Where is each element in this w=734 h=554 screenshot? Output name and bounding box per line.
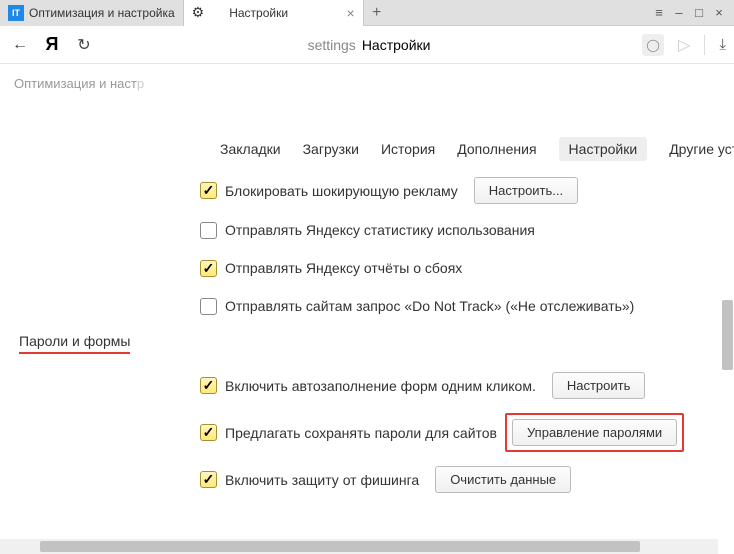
address-host: settings xyxy=(308,37,356,53)
close-window-button[interactable]: × xyxy=(710,4,728,22)
maximize-button[interactable]: □ xyxy=(690,4,708,22)
yandex-home-icon[interactable]: Я xyxy=(40,33,64,57)
tab-settings[interactable]: Настройки xyxy=(559,137,648,161)
bg-tab-title: Оптимизация и настройка xyxy=(29,6,175,20)
manage-passwords-button[interactable]: Управление паролями xyxy=(512,419,677,446)
titlebar: IT Оптимизация и настройка ⚙ Настройки ×… xyxy=(0,0,734,26)
protect-icon[interactable]: ◯ xyxy=(642,34,664,56)
new-tab-button[interactable]: + xyxy=(364,4,390,22)
breadcrumb-cut: р xyxy=(137,76,144,91)
row-phishing: Включить защиту от фишинга Очистить данн… xyxy=(200,466,734,493)
favicon-it: IT xyxy=(8,5,24,21)
label-block-ads: Блокировать шокирующую рекламу xyxy=(225,183,458,199)
forms-rows: Включить автозаполнение форм одним клико… xyxy=(30,372,734,493)
active-tab[interactable]: ⚙ Настройки × xyxy=(184,0,364,26)
checkbox-crash-reports[interactable] xyxy=(200,260,217,277)
label-crash-reports: Отправлять Яндексу отчёты о сбоях xyxy=(225,260,462,276)
row-crash-reports: Отправлять Яндексу отчёты о сбоях xyxy=(200,256,734,280)
configure-autofill-button[interactable]: Настроить xyxy=(552,372,646,399)
tab-devices[interactable]: Другие устройств xyxy=(669,141,734,161)
privacy-rows: Блокировать шокирующую рекламу Настроить… xyxy=(30,177,734,318)
active-tab-title: Настройки xyxy=(229,6,288,20)
background-tab[interactable]: IT Оптимизация и настройка xyxy=(0,0,184,26)
breadcrumb: Оптимизация и настр xyxy=(0,64,734,103)
bookmark-star-icon[interactable]: ▷ xyxy=(678,35,690,55)
window-controls: ≡ – □ × xyxy=(650,4,734,22)
breadcrumb-text: Оптимизация и наст xyxy=(14,76,137,91)
checkbox-send-stats[interactable] xyxy=(200,222,217,239)
row-block-ads: Блокировать шокирующую рекламу Настроить… xyxy=(200,177,734,204)
row-dnt: Отправлять сайтам запрос «Do Not Track» … xyxy=(200,294,734,318)
row-autofill: Включить автозаполнение форм одним клико… xyxy=(200,372,734,399)
label-dnt: Отправлять сайтам запрос «Do Not Track» … xyxy=(225,298,634,314)
minimize-button[interactable]: – xyxy=(670,4,688,22)
clear-data-button[interactable]: Очистить данные xyxy=(435,466,571,493)
section-passwords-forms: Пароли и формы xyxy=(19,333,130,354)
close-tab-icon[interactable]: × xyxy=(346,5,354,21)
address-path: Настройки xyxy=(362,37,431,53)
checkbox-save-passwords[interactable] xyxy=(200,424,217,441)
horizontal-scrollbar[interactable] xyxy=(40,541,640,552)
checkbox-phishing[interactable] xyxy=(200,471,217,488)
label-send-stats: Отправлять Яндексу статистику использова… xyxy=(225,222,535,238)
downloads-icon[interactable]: ⤓ xyxy=(719,36,726,53)
menu-icon[interactable]: ≡ xyxy=(650,4,668,22)
vertical-scrollbar[interactable] xyxy=(722,300,733,370)
content: Закладки Загрузки История Дополнения Нас… xyxy=(0,103,734,493)
address-bar[interactable]: settings Настройки xyxy=(104,37,634,53)
checkbox-autofill[interactable] xyxy=(200,377,217,394)
row-save-passwords: Предлагать сохранять пароли для сайтов У… xyxy=(200,413,734,452)
configure-ads-button[interactable]: Настроить... xyxy=(474,177,578,204)
gear-icon: ⚙ xyxy=(192,4,205,21)
label-autofill: Включить автозаполнение форм одним клико… xyxy=(225,378,536,394)
row-send-stats: Отправлять Яндексу статистику использова… xyxy=(200,218,734,242)
tab-bookmarks[interactable]: Закладки xyxy=(220,141,281,161)
checkbox-dnt[interactable] xyxy=(200,298,217,315)
label-save-passwords: Предлагать сохранять пароли для сайтов xyxy=(225,425,497,441)
toolbar: ← Я ↻ settings Настройки ◯ ▷ ⤓ xyxy=(0,26,734,64)
back-button[interactable]: ← xyxy=(8,33,32,57)
highlight-manage-passwords: Управление паролями xyxy=(505,413,684,452)
tab-downloads[interactable]: Загрузки xyxy=(303,141,359,161)
reload-button[interactable]: ↻ xyxy=(72,33,96,57)
nav-tabs: Закладки Загрузки История Дополнения Нас… xyxy=(30,103,734,177)
checkbox-block-ads[interactable] xyxy=(200,182,217,199)
tab-addons[interactable]: Дополнения xyxy=(457,141,536,161)
label-phishing: Включить защиту от фишинга xyxy=(225,472,419,488)
tab-history[interactable]: История xyxy=(381,141,435,161)
